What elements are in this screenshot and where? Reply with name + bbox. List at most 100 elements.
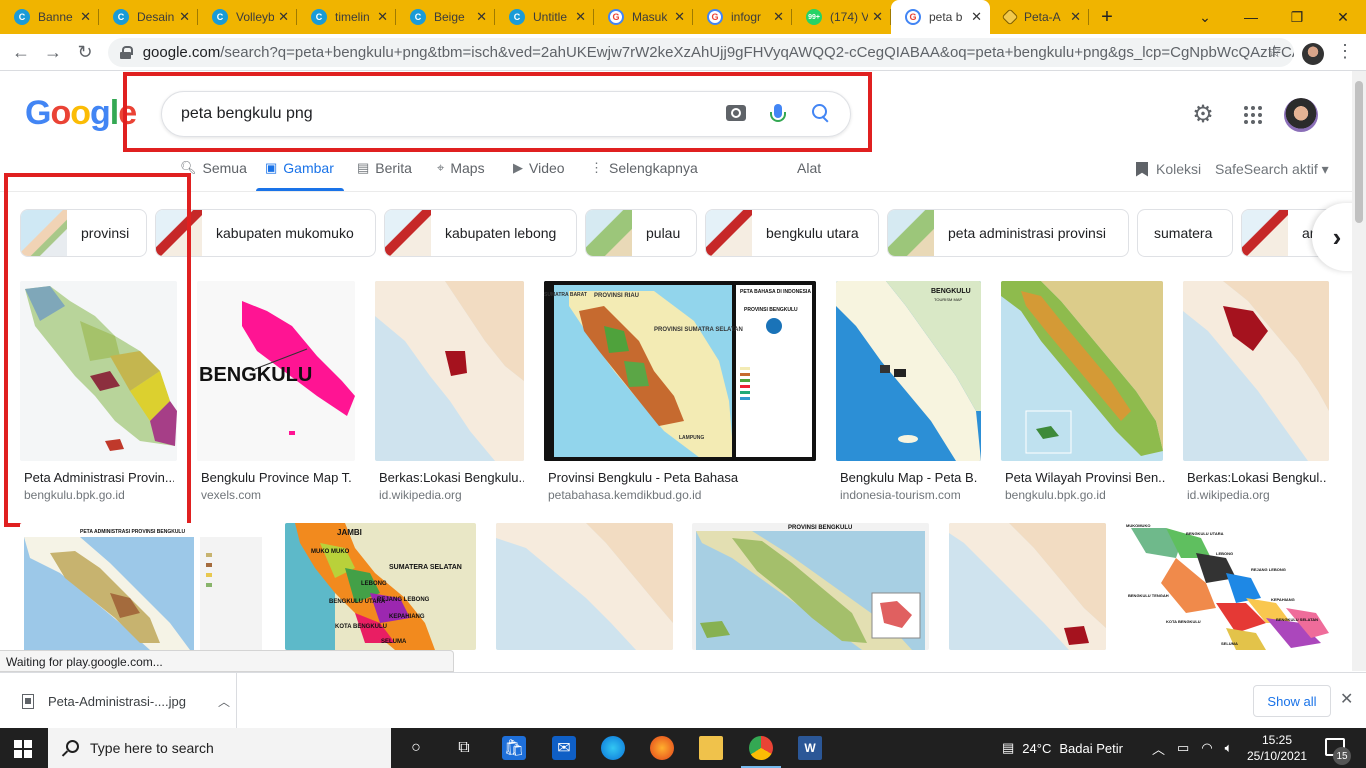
task-view-icon[interactable]: ⧉ <box>452 736 476 760</box>
avatar[interactable] <box>1284 98 1318 132</box>
browser-tab[interactable]: timelin✕ <box>297 0 396 34</box>
show-all-button[interactable]: Show all <box>1253 685 1331 717</box>
chrome-icon[interactable] <box>741 736 781 768</box>
tools-button[interactable]: Alat <box>797 160 821 176</box>
wifi-icon[interactable]: ◠ <box>1201 740 1212 756</box>
close-icon[interactable]: ✕ <box>773 9 784 25</box>
close-icon[interactable]: ✕ <box>80 9 91 25</box>
chevron-up-icon[interactable]: ︿ <box>1152 739 1165 758</box>
restore-button[interactable]: ❐ <box>1274 0 1320 34</box>
svg-text:BENGKULU TENGAH: BENGKULU TENGAH <box>1128 593 1169 598</box>
image-result[interactable]: BENGKULU Bengkulu Province Map T... vexe… <box>197 281 357 502</box>
browser-tab[interactable]: infogr✕ <box>693 0 792 34</box>
collections-link[interactable]: Koleksi <box>1136 161 1201 177</box>
chrome-profile-avatar[interactable] <box>1302 43 1324 65</box>
minimize-button[interactable]: — <box>1228 0 1274 34</box>
svg-text:MUKOMUKO: MUKOMUKO <box>1126 523 1150 528</box>
forward-button[interactable]: → <box>37 36 69 68</box>
bookmark-star-icon[interactable]: ☆ <box>1267 42 1282 62</box>
store-icon[interactable]: 🛍︎ <box>502 736 526 760</box>
tab-berita[interactable]: ▤ Berita <box>357 160 412 176</box>
volume-icon[interactable]: 🔈︎ <box>1225 740 1233 756</box>
taskbar-search-input[interactable]: Type here to search <box>48 728 391 768</box>
download-item[interactable]: Peta-Administrasi-....jpg ︿ <box>0 673 237 729</box>
svg-text:SELUMA: SELUMA <box>1221 641 1238 646</box>
browser-tab-active[interactable]: peta b✕ <box>891 0 990 34</box>
image-result[interactable] <box>496 523 674 650</box>
firefox-icon[interactable] <box>650 736 674 760</box>
image-result[interactable]: BENGKULU TOURISM MAP Bengkulu Map - Peta… <box>836 281 984 502</box>
image-result[interactable]: PROVINSI RIAU PROVINSI SUMATRA SELATAN P… <box>544 281 818 502</box>
new-tab-button[interactable]: + <box>1089 0 1125 34</box>
tab-search-icon[interactable]: ⌄ <box>1182 0 1228 34</box>
tab-video[interactable]: ▶ Video <box>513 160 565 176</box>
file-explorer-icon[interactable] <box>699 736 723 760</box>
image-result[interactable]: MUKOMUKO BENGKULU UTARA LEBONG REJANG LE… <box>1126 523 1331 650</box>
close-icon[interactable]: ✕ <box>971 9 982 25</box>
chevron-up-icon[interactable]: ︿ <box>218 693 230 710</box>
browser-tab[interactable]: (174) V✕ <box>792 0 891 34</box>
image-result[interactable] <box>949 523 1107 650</box>
cortana-icon[interactable]: ○ <box>404 736 428 760</box>
related-chip[interactable]: peta administrasi provinsi <box>887 209 1129 257</box>
news-icon: ▤ <box>357 160 370 175</box>
google-logo[interactable]: Google <box>25 94 137 133</box>
mail-icon[interactable]: ✉ <box>552 736 576 760</box>
tab-maps[interactable]: ⌖ Maps <box>437 160 485 176</box>
browser-toolbar: ← → ↻ google.com/search?q=peta+bengkulu+… <box>0 34 1366 71</box>
image-icon: ▣ <box>265 160 278 175</box>
tab-selengkapnya[interactable]: ⋮ Selengkapnya <box>590 160 698 176</box>
image-result[interactable]: Peta Wilayah Provinsi Ben... bengkulu.bp… <box>1001 281 1165 502</box>
windows-start-icon[interactable] <box>14 740 32 758</box>
image-result[interactable]: PETA ADMINISTRASI PROVINSI BENGKULU <box>20 523 265 650</box>
battery-icon[interactable]: ▭ <box>1177 740 1189 756</box>
word-icon[interactable]: W <box>798 736 822 760</box>
address-bar[interactable]: google.com/search?q=peta+bengkulu+png&tb… <box>108 38 1294 67</box>
close-icon[interactable]: ✕ <box>476 9 487 25</box>
browser-tab[interactable]: Peta-A ✕ <box>990 0 1089 34</box>
result-thumbnail <box>1183 281 1329 461</box>
browser-tab[interactable]: Untitle✕ <box>495 0 594 34</box>
related-chip[interactable]: pulau <box>585 209 697 257</box>
image-result[interactable]: JAMBI MUKO MUKO SUMATERA SELATAN LEBONG … <box>285 523 477 650</box>
browser-tab[interactable]: Masuk✕ <box>594 0 693 34</box>
back-button[interactable]: ← <box>5 36 37 68</box>
related-chip[interactable]: bengkulu utara <box>705 209 879 257</box>
chrome-menu-icon[interactable]: ⋮ <box>1336 41 1354 62</box>
browser-tab[interactable]: Beige✕ <box>396 0 495 34</box>
close-icon[interactable]: ✕ <box>377 9 388 25</box>
image-result[interactable]: PROVINSI BENGKULU <box>692 523 930 650</box>
close-icon[interactable]: ✕ <box>872 9 883 25</box>
image-result[interactable]: Berkas:Lokasi Bengkul... id.wikipedia.or… <box>1183 281 1333 502</box>
close-icon[interactable]: ✕ <box>1340 689 1353 709</box>
safesearch-dropdown[interactable]: SafeSearch aktif ▾ <box>1215 161 1329 178</box>
gear-icon[interactable]: ⚙ <box>1190 102 1216 128</box>
close-icon[interactable]: ✕ <box>278 9 289 25</box>
browser-tab[interactable]: Banne✕ <box>0 0 99 34</box>
taskbar-clock[interactable]: 15:25 25/10/2021 <box>1247 732 1307 764</box>
svg-text:PETA BAHASA DI INDONESIA: PETA BAHASA DI INDONESIA <box>740 289 811 295</box>
scrollbar-thumb[interactable] <box>1355 81 1363 223</box>
lock-icon[interactable] <box>120 46 133 59</box>
close-window-button[interactable]: ✕ <box>1320 0 1366 34</box>
result-thumbnail: BENGKULU TOURISM MAP <box>836 281 981 461</box>
svg-text:REJANG LEBONG: REJANG LEBONG <box>377 597 430 603</box>
apps-grid-icon[interactable] <box>1244 106 1262 124</box>
chip-thumbnail <box>385 210 431 256</box>
edge-icon[interactable] <box>601 736 625 760</box>
browser-tab[interactable]: Volleyb✕ <box>198 0 297 34</box>
weather-widget[interactable]: ▤ 24°C Badai Petir <box>1002 728 1123 768</box>
tab-gambar[interactable]: ▣ Gambar <box>265 160 334 176</box>
image-result[interactable]: Berkas:Lokasi Bengkulu... id.wikipedia.o… <box>375 281 525 502</box>
close-icon[interactable]: ✕ <box>674 9 685 25</box>
related-chip[interactable]: kabupaten lebong <box>384 209 577 257</box>
weather-icon: ▤ <box>1002 740 1015 755</box>
close-icon[interactable]: ✕ <box>1070 9 1081 25</box>
close-icon[interactable]: ✕ <box>179 9 190 25</box>
page-scrollbar[interactable] <box>1352 71 1366 671</box>
browser-tab[interactable]: Desain✕ <box>99 0 198 34</box>
reload-button[interactable]: ↻ <box>69 36 101 68</box>
close-icon[interactable]: ✕ <box>575 9 586 25</box>
svg-text:JAMBI: JAMBI <box>337 528 362 537</box>
related-chip[interactable]: sumatera <box>1137 209 1233 257</box>
